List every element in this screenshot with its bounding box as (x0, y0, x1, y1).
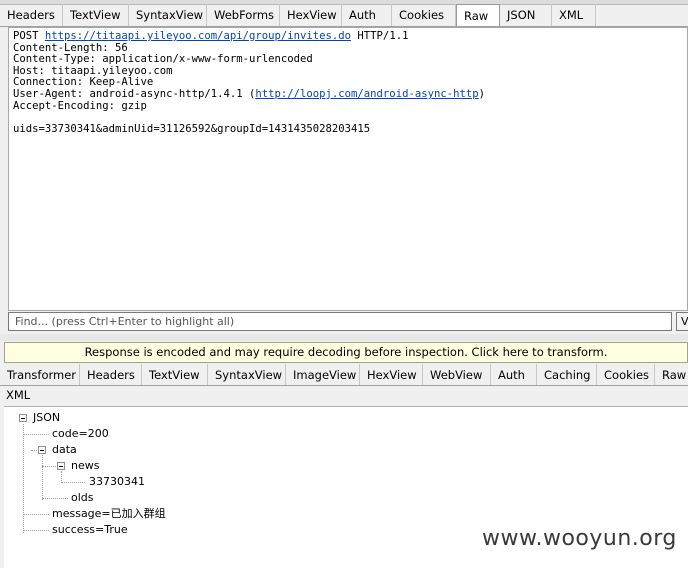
resp-tab-transformer[interactable]: Transformer (0, 364, 80, 385)
tree-line-news (42, 466, 56, 467)
resp-tab-imageview[interactable]: ImageView (286, 364, 360, 385)
tree-line-message (23, 514, 49, 515)
raw-content-length: Content-Length: 56 (13, 41, 128, 54)
tab-raw[interactable]: Raw (456, 4, 500, 26)
find-input[interactable]: Find... (press Ctrl+Enter to highlight a… (8, 312, 672, 331)
raw-content-type: Content-Type: application/x-www-form-url… (13, 53, 313, 66)
raw-host: Host: titaapi.yileyoo.com (13, 64, 173, 77)
resp-tab-raw[interactable]: Raw (655, 364, 688, 385)
raw-protocol: HTTP/1.1 (351, 30, 409, 42)
raw-accept-encoding: Accept-Encoding: gzip (13, 99, 147, 112)
resp-tab-headers[interactable]: Headers (80, 364, 142, 385)
resp-tab-xml[interactable]: XML (0, 385, 40, 405)
response-tab-bar-row1: Transformer Headers TextView SyntaxView … (0, 364, 688, 386)
raw-request-view[interactable]: POST https://titaapi.yileyoo.com/api/gro… (8, 27, 688, 311)
tree-node-data[interactable]: data (52, 443, 77, 457)
tab-json[interactable]: JSON (500, 4, 552, 26)
tree-line-root (23, 424, 24, 533)
raw-connection: Connection: Keep-Alive (13, 76, 154, 89)
tab-syntaxview[interactable]: SyntaxView (129, 4, 207, 26)
collapse-news-icon[interactable] (57, 462, 65, 470)
collapse-data-icon[interactable] (38, 446, 46, 454)
tree-node-news[interactable]: news (71, 459, 99, 473)
pane-splitter[interactable] (0, 334, 688, 341)
tab-cookies[interactable]: Cookies (392, 4, 456, 26)
resp-tab-hexview[interactable]: HexView (360, 364, 423, 385)
resp-tab-auth[interactable]: Auth (491, 364, 537, 385)
tree-line-code (23, 434, 49, 435)
request-url-link[interactable]: https://titaapi.yileyoo.com/api/group/in… (45, 30, 351, 42)
response-encoded-banner[interactable]: Response is encoded and may require deco… (4, 342, 688, 363)
tree-node-news-value[interactable]: 33730341 (89, 475, 145, 489)
tab-auth[interactable]: Auth (342, 4, 392, 26)
resp-tab-textview[interactable]: TextView (142, 364, 208, 385)
user-agent-link[interactable]: http://loopj.com/android-async-http (255, 88, 478, 100)
tree-node-json[interactable]: JSON (33, 411, 60, 425)
tree-node-message[interactable]: message=已加入群组 (52, 507, 166, 521)
tree-node-code[interactable]: code=200 (52, 427, 109, 441)
resp-tab-webview[interactable]: WebView (423, 364, 491, 385)
tree-line-data-children (42, 455, 43, 500)
raw-user-agent-suffix: ) (478, 87, 485, 100)
raw-body: uids=33730341&adminUid=31126592&groupId=… (13, 122, 371, 135)
tree-line-olds (42, 498, 68, 499)
tab-headers[interactable]: Headers (0, 4, 63, 26)
tree-node-success[interactable]: success=True (52, 523, 128, 537)
resp-tab-caching[interactable]: Caching (537, 364, 597, 385)
resp-tab-syntaxview[interactable]: SyntaxView (208, 364, 286, 385)
tab-xml[interactable]: XML (552, 4, 596, 26)
find-view-button[interactable]: V (676, 312, 688, 331)
response-tab-bar-row2: XML (0, 385, 688, 405)
request-tab-bar: Headers TextView SyntaxView WebForms Hex… (0, 4, 688, 27)
tree-line-news-value (61, 482, 85, 483)
tab-webforms[interactable]: WebForms (207, 4, 280, 26)
watermark-text: www.wooyun.org (482, 526, 677, 551)
tab-textview[interactable]: TextView (63, 4, 129, 26)
raw-user-agent-prefix: User-Agent: android-async-http/1.4.1 ( (13, 87, 256, 100)
resp-tab-cookies[interactable]: Cookies (597, 364, 655, 385)
tab-hexview[interactable]: HexView (280, 4, 342, 26)
raw-method: POST (13, 30, 45, 42)
tree-node-olds[interactable]: olds (71, 491, 94, 505)
tree-line-success (23, 530, 49, 531)
collapse-json-icon[interactable] (19, 414, 27, 422)
